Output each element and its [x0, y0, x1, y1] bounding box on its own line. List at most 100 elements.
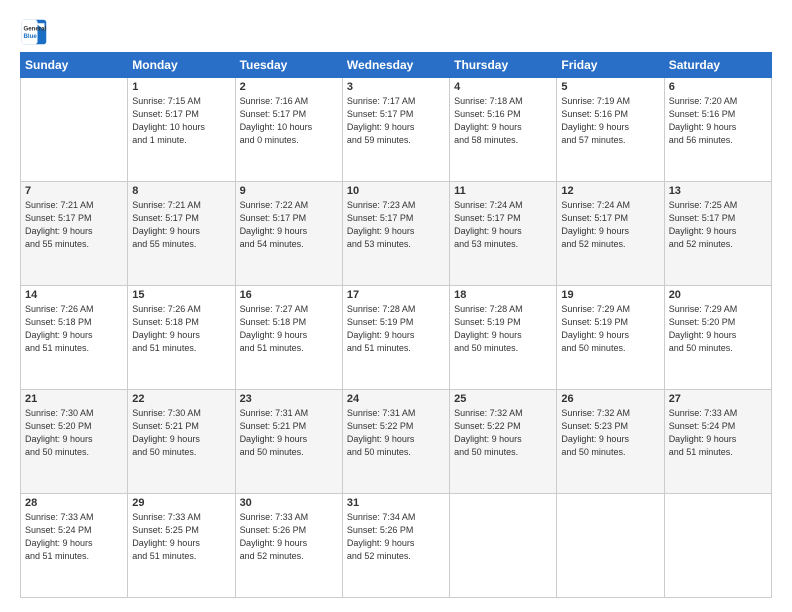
header: General Blue: [20, 18, 772, 46]
calendar-cell: 24 Sunrise: 7:31 AMSunset: 5:22 PMDayligh…: [342, 390, 449, 494]
day-number: 12: [561, 185, 659, 197]
page: General Blue SundayMondayTuesdayWednesda…: [0, 0, 792, 612]
day-info: Sunrise: 7:17 AMSunset: 5:17 PMDaylight:…: [347, 95, 445, 147]
logo-icon: General Blue: [20, 18, 48, 46]
calendar-cell: 1 Sunrise: 7:15 AMSunset: 5:17 PMDaylight…: [128, 78, 235, 182]
day-info: Sunrise: 7:34 AMSunset: 5:26 PMDaylight:…: [347, 511, 445, 563]
day-number: 11: [454, 185, 552, 197]
weekday-header-tuesday: Tuesday: [235, 53, 342, 78]
day-info: Sunrise: 7:33 AMSunset: 5:25 PMDaylight:…: [132, 511, 230, 563]
day-number: 22: [132, 393, 230, 405]
calendar-cell: 4 Sunrise: 7:18 AMSunset: 5:16 PMDaylight…: [450, 78, 557, 182]
calendar-cell: 22Sunrise: 7:30 AMSunset: 5:21 PMDayligh…: [128, 390, 235, 494]
day-info: Sunrise: 7:24 AMSunset: 5:17 PMDaylight:…: [561, 199, 659, 251]
calendar-cell: 29 Sunrise: 7:33 AMSunset: 5:25 PMDayligh…: [128, 494, 235, 598]
day-info: Sunrise: 7:15 AMSunset: 5:17 PMDaylight:…: [132, 95, 230, 147]
day-info: Sunrise: 7:25 AMSunset: 5:17 PMDaylight:…: [669, 199, 767, 251]
day-number: 19: [561, 289, 659, 301]
calendar-cell: 14Sunrise: 7:26 AMSunset: 5:18 PMDayligh…: [21, 286, 128, 390]
day-number: 30: [240, 497, 338, 509]
day-number: 7: [25, 185, 123, 197]
day-info: Sunrise: 7:33 AMSunset: 5:26 PMDaylight:…: [240, 511, 338, 563]
day-info: Sunrise: 7:22 AMSunset: 5:17 PMDaylight:…: [240, 199, 338, 251]
day-info: Sunrise: 7:19 AMSunset: 5:16 PMDaylight:…: [561, 95, 659, 147]
day-number: 2: [240, 81, 338, 93]
weekday-header-saturday: Saturday: [664, 53, 771, 78]
day-number: 31: [347, 497, 445, 509]
day-info: Sunrise: 7:31 AMSunset: 5:22 PMDaylight:…: [347, 407, 445, 459]
day-number: 4: [454, 81, 552, 93]
calendar-cell: 31 Sunrise: 7:34 AMSunset: 5:26 PMDayligh…: [342, 494, 449, 598]
calendar-cell: 19 Sunrise: 7:29 AMSunset: 5:19 PMDayligh…: [557, 286, 664, 390]
svg-text:General: General: [24, 25, 47, 32]
day-number: 1: [132, 81, 230, 93]
calendar-cell: 7 Sunrise: 7:21 AMSunset: 5:17 PMDaylight…: [21, 182, 128, 286]
day-number: 26: [561, 393, 659, 405]
day-info: Sunrise: 7:26 AMSunset: 5:18 PMDaylight:…: [132, 303, 230, 355]
calendar-table: SundayMondayTuesdayWednesdayThursdayFrid…: [20, 52, 772, 598]
week-row-5: 28Sunrise: 7:33 AMSunset: 5:24 PMDayligh…: [21, 494, 772, 598]
day-number: 14: [25, 289, 123, 301]
day-info: Sunrise: 7:27 AMSunset: 5:18 PMDaylight:…: [240, 303, 338, 355]
day-number: 20: [669, 289, 767, 301]
calendar-cell: 27 Sunrise: 7:33 AMSunset: 5:24 PMDayligh…: [664, 390, 771, 494]
day-number: 8: [132, 185, 230, 197]
day-number: 6: [669, 81, 767, 93]
week-row-2: 7 Sunrise: 7:21 AMSunset: 5:17 PMDaylight…: [21, 182, 772, 286]
weekday-header-sunday: Sunday: [21, 53, 128, 78]
day-number: 17: [347, 289, 445, 301]
calendar-cell: [557, 494, 664, 598]
calendar-cell: 21Sunrise: 7:30 AMSunset: 5:20 PMDayligh…: [21, 390, 128, 494]
calendar-cell: 13Sunrise: 7:25 AMSunset: 5:17 PMDayligh…: [664, 182, 771, 286]
day-number: 16: [240, 289, 338, 301]
week-row-4: 21Sunrise: 7:30 AMSunset: 5:20 PMDayligh…: [21, 390, 772, 494]
day-info: Sunrise: 7:28 AMSunset: 5:19 PMDaylight:…: [347, 303, 445, 355]
day-info: Sunrise: 7:16 AMSunset: 5:17 PMDaylight:…: [240, 95, 338, 147]
day-number: 9: [240, 185, 338, 197]
logo: General Blue: [20, 18, 48, 46]
calendar-cell: 18Sunrise: 7:28 AMSunset: 5:19 PMDayligh…: [450, 286, 557, 390]
day-info: Sunrise: 7:21 AMSunset: 5:17 PMDaylight:…: [25, 199, 123, 251]
weekday-header-wednesday: Wednesday: [342, 53, 449, 78]
calendar-cell: 8 Sunrise: 7:21 AMSunset: 5:17 PMDaylight…: [128, 182, 235, 286]
day-number: 3: [347, 81, 445, 93]
calendar-cell: 16 Sunrise: 7:27 AMSunset: 5:18 PMDayligh…: [235, 286, 342, 390]
calendar-cell: 30 Sunrise: 7:33 AMSunset: 5:26 PMDayligh…: [235, 494, 342, 598]
day-info: Sunrise: 7:23 AMSunset: 5:17 PMDaylight:…: [347, 199, 445, 251]
calendar-cell: [450, 494, 557, 598]
day-number: 23: [240, 393, 338, 405]
day-number: 25: [454, 393, 552, 405]
weekday-header-row: SundayMondayTuesdayWednesdayThursdayFrid…: [21, 53, 772, 78]
calendar-cell: 15 Sunrise: 7:26 AMSunset: 5:18 PMDayligh…: [128, 286, 235, 390]
calendar-cell: [21, 78, 128, 182]
calendar-cell: 10 Sunrise: 7:23 AMSunset: 5:17 PMDayligh…: [342, 182, 449, 286]
calendar-cell: 26 Sunrise: 7:32 AMSunset: 5:23 PMDayligh…: [557, 390, 664, 494]
weekday-header-friday: Friday: [557, 53, 664, 78]
calendar-cell: 2 Sunrise: 7:16 AMSunset: 5:17 PMDaylight…: [235, 78, 342, 182]
day-number: 10: [347, 185, 445, 197]
day-info: Sunrise: 7:24 AMSunset: 5:17 PMDaylight:…: [454, 199, 552, 251]
day-info: Sunrise: 7:31 AMSunset: 5:21 PMDaylight:…: [240, 407, 338, 459]
day-number: 29: [132, 497, 230, 509]
day-number: 21: [25, 393, 123, 405]
day-number: 27: [669, 393, 767, 405]
day-info: Sunrise: 7:29 AMSunset: 5:19 PMDaylight:…: [561, 303, 659, 355]
calendar-cell: 11 Sunrise: 7:24 AMSunset: 5:17 PMDayligh…: [450, 182, 557, 286]
day-number: 15: [132, 289, 230, 301]
day-number: 24: [347, 393, 445, 405]
weekday-header-monday: Monday: [128, 53, 235, 78]
day-info: Sunrise: 7:21 AMSunset: 5:17 PMDaylight:…: [132, 199, 230, 251]
calendar-cell: 25 Sunrise: 7:32 AMSunset: 5:22 PMDayligh…: [450, 390, 557, 494]
svg-text:Blue: Blue: [24, 33, 38, 40]
week-row-3: 14 Sunrise: 7:26 AMSunset: 5:18 PMDayligh…: [21, 286, 772, 390]
calendar-cell: 20Sunrise: 7:29 AMSunset: 5:20 PMDayligh…: [664, 286, 771, 390]
day-info: Sunrise: 7:18 AMSunset: 5:16 PMDaylight:…: [454, 95, 552, 147]
day-info: Sunrise: 7:33 AMSunset: 5:24 PMDaylight:…: [669, 407, 767, 459]
day-info: Sunrise: 7:32 AMSunset: 5:22 PMDaylight:…: [454, 407, 552, 459]
day-info: Sunrise: 7:32 AMSunset: 5:23 PMDaylight:…: [561, 407, 659, 459]
calendar-cell: 9 Sunrise: 7:22 AMSunset: 5:17 PMDaylight…: [235, 182, 342, 286]
day-number: 18: [454, 289, 552, 301]
calendar-cell: 28Sunrise: 7:33 AMSunset: 5:24 PMDayligh…: [21, 494, 128, 598]
day-number: 5: [561, 81, 659, 93]
calendar-cell: 5 Sunrise: 7:19 AMSunset: 5:16 PMDaylight…: [557, 78, 664, 182]
